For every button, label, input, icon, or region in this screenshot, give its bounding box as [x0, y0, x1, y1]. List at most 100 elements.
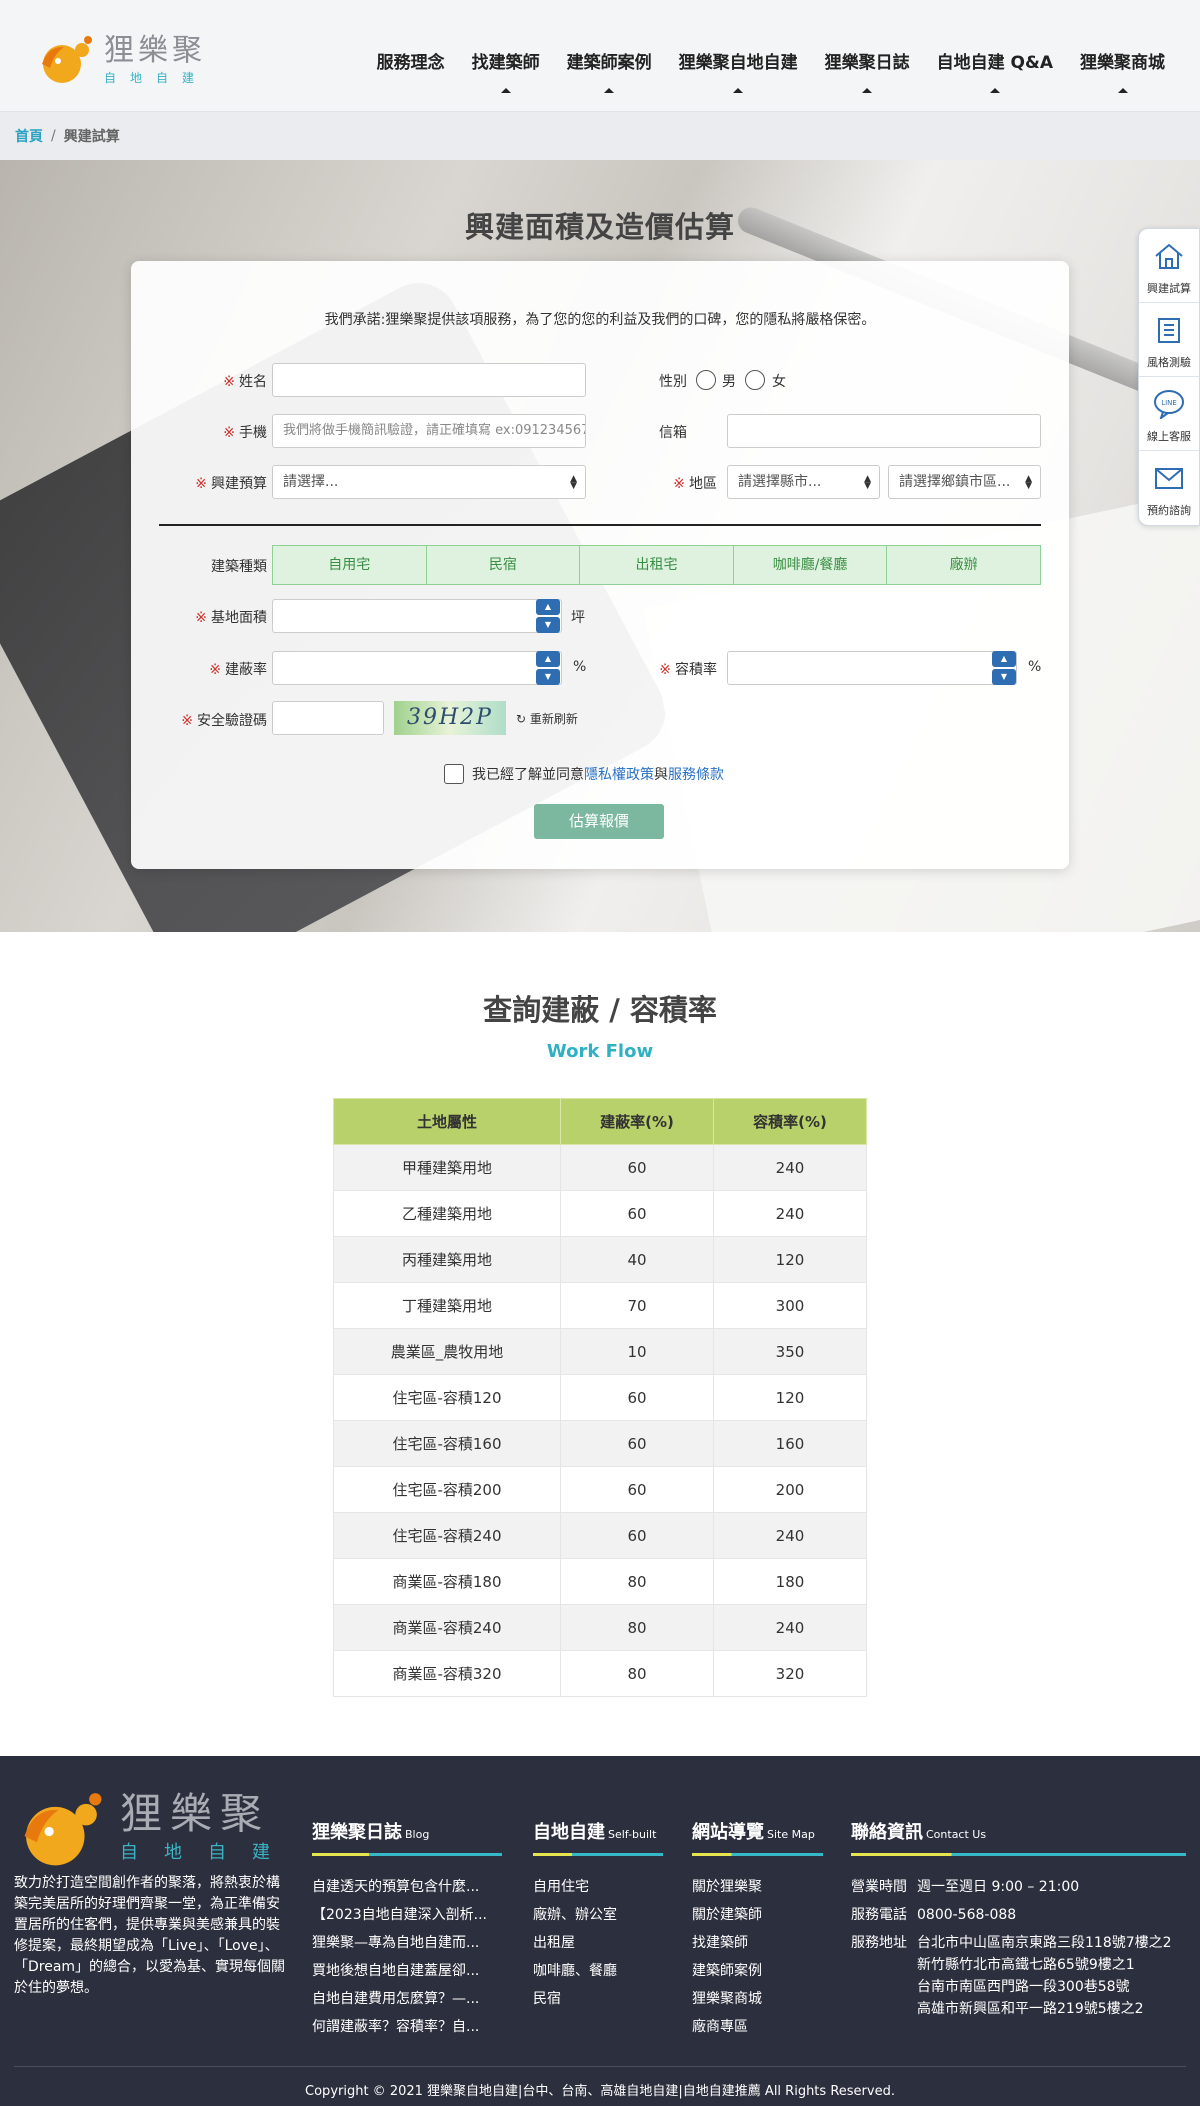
footer-brand-tagline: 自地自建 [120, 1842, 296, 1863]
coverage-ratio-stepper[interactable]: ▲ ▼ [536, 651, 560, 685]
increment-icon[interactable]: ▲ [992, 651, 1016, 667]
budget-select[interactable]: 請選擇... ▲ ▼ [272, 465, 586, 499]
nav-item-self-build[interactable]: 狸樂聚自地自建 [679, 48, 798, 93]
footer-sitemap-link[interactable]: 關於建築師 [692, 1901, 823, 1929]
phone-input[interactable]: 我們將做手機簡訊驗證，請正確填寫 ex:0912345678 [272, 414, 586, 448]
footer-selfbuilt-link[interactable]: 咖啡廳、餐廳 [533, 1957, 663, 1985]
terms-of-service-link[interactable]: 服務條款 [668, 764, 724, 784]
gender-male-radio[interactable] [696, 370, 716, 390]
email-label: 信箱 [659, 425, 687, 441]
phone-value[interactable]: 0800-568-088 [917, 1901, 1182, 1929]
envelope-icon [1155, 468, 1183, 489]
footer-selfbuilt-link[interactable]: 自用住宅 [533, 1873, 663, 1901]
increment-icon[interactable]: ▲ [536, 651, 560, 667]
table-row: 丙種建築用地 40 120 [333, 1236, 867, 1283]
nav-item-blog[interactable]: 狸樂聚日誌 [825, 48, 910, 93]
footer-sitemap-link[interactable]: 建築師案例 [692, 1957, 823, 1985]
county-select[interactable]: 請選擇縣市... ▲ ▼ [727, 465, 880, 499]
region-label: ※ 地區 [673, 476, 717, 492]
estimate-submit-button[interactable]: 估算報價 [534, 804, 664, 839]
building-type-option[interactable]: 咖啡廳/餐廳 [734, 546, 888, 584]
building-type-label: 建築種類 [211, 559, 267, 575]
address-item: 台南市南區西門路一段300巷58號 [917, 1979, 1130, 1995]
nav-item-architect-cases[interactable]: 建築師案例 [567, 48, 652, 93]
decrement-icon[interactable]: ▼ [992, 669, 1016, 685]
building-type-option[interactable]: 出租宅 [580, 546, 734, 584]
side-item-booking[interactable]: 預約諮詢 [1139, 451, 1199, 525]
decrement-icon[interactable]: ▼ [536, 669, 560, 685]
footer-blog-link[interactable]: 何謂建蔽率？容積率？自... [312, 2013, 502, 2041]
footer-sitemap-link[interactable]: 狸樂聚商城 [692, 1985, 823, 2013]
privacy-policy-link[interactable]: 隱私權政策 [584, 764, 654, 784]
township-select[interactable]: 請選擇鄉鎮市區... ▲ ▼ [888, 465, 1041, 499]
coverage-ratio-input[interactable] [272, 651, 562, 685]
phone-label: ※ 手機 [223, 425, 267, 441]
footer-selfbuilt-list: 自用住宅 廠辦、辦公室 出租屋 咖啡廳、餐廳 民宿 [533, 1873, 663, 2013]
footer-blog-link[interactable]: 買地後想自地自建蓋屋卻... [312, 1957, 502, 1985]
table-cell: 10 [560, 1328, 714, 1375]
footer-sitemap-link[interactable]: 廠商專區 [692, 2013, 823, 2041]
chevron-down-icon [1117, 88, 1128, 93]
table-cell: 商業區-容積320 [333, 1650, 561, 1697]
floor-area-ratio-input[interactable] [727, 651, 1017, 685]
nav-item-store[interactable]: 狸樂聚商城 [1080, 48, 1165, 93]
table-cell: 350 [713, 1328, 867, 1375]
footer-brand-name: 狸樂聚 [120, 1789, 271, 1838]
name-input[interactable] [272, 363, 586, 397]
decrement-icon[interactable]: ▼ [536, 617, 560, 633]
table-cell: 甲種建築用地 [333, 1144, 561, 1191]
nav-item-find-architect[interactable]: 找建築師 [472, 48, 540, 93]
building-type-option[interactable]: 廠辦 [887, 546, 1040, 584]
email-input[interactable] [727, 414, 1041, 448]
side-item-estimate[interactable]: 興建試算 [1139, 229, 1199, 303]
nav-item-philosophy[interactable]: 服務理念 [377, 48, 445, 73]
gender-female-radio[interactable] [745, 370, 765, 390]
side-item-style-quiz[interactable]: 風格測驗 [1139, 303, 1199, 377]
select-arrows-icon: ▲ ▼ [570, 474, 577, 491]
table-cell: 商業區-容積180 [333, 1558, 561, 1605]
ratio-section-title: 查詢建蔽 / 容積率 [483, 993, 717, 1027]
site-area-stepper[interactable]: ▲ ▼ [536, 599, 560, 633]
footer-description: 致力於打造空間創作者的聚落，將熱衷於構築完美居所的好理們齊聚一堂，為正準備安置居… [14, 1875, 286, 1996]
footer-column-title: 聯絡資訊 Contact Us [851, 1822, 987, 1843]
site-footer: 狸樂聚 自地自建 致力於打造空間創作者的聚落，將熱衷於構築完美居所的好理們齊聚一… [0, 1756, 1200, 2106]
table-cell: 320 [713, 1650, 867, 1697]
site-area-input[interactable] [272, 599, 562, 633]
footer-title-underline [533, 1853, 663, 1856]
nav-item-qa[interactable]: 自地自建 Q&A [937, 48, 1053, 93]
table-cell: 70 [560, 1282, 714, 1329]
page-title: 興建面積及造價估算 [464, 210, 735, 244]
footer-blog-link[interactable]: 狸樂聚—專為自地自建而... [312, 1929, 502, 1957]
floor-area-ratio-stepper[interactable]: ▲ ▼ [992, 651, 1016, 685]
footer-sitemap-link[interactable]: 找建築師 [692, 1929, 823, 1957]
footer-selfbuilt-column: 自地自建 Self-built 自用住宅 廠辦、辦公室 出租屋 咖啡廳、餐廳 民宿 [533, 1818, 663, 2013]
footer-logo[interactable]: 狸樂聚 自地自建 [18, 1790, 296, 1870]
column-header: 建蔽率(%) [560, 1098, 714, 1145]
table-cell: 40 [560, 1236, 714, 1283]
footer-selfbuilt-link[interactable]: 廠辦、辦公室 [533, 1901, 663, 1929]
gender-female-label: 女 [772, 374, 786, 390]
footer-blog-link[interactable]: 【2023自地自建深入剖析... [312, 1901, 502, 1929]
captcha-refresh-button[interactable]: ↻ 重新刷新 [516, 710, 578, 727]
table-cell: 60 [560, 1374, 714, 1421]
name-label: ※ 姓名 [223, 374, 267, 390]
footer-selfbuilt-link[interactable]: 民宿 [533, 1985, 663, 2013]
footer-blog-link[interactable]: 自建透天的預算包含什麼... [312, 1873, 502, 1901]
footer-sitemap-link[interactable]: 關於狸樂聚 [692, 1873, 823, 1901]
side-toolbar: 興建試算 風格測驗 LINE 線上客服 預約諮詢 [1138, 228, 1200, 526]
building-type-option[interactable]: 自用宅 [273, 546, 427, 584]
footer-blog-link[interactable]: 自地自建費用怎麼算？—... [312, 1985, 502, 2013]
building-icon [1158, 318, 1180, 343]
gender-male-label: 男 [722, 374, 736, 390]
footer-selfbuilt-link[interactable]: 出租屋 [533, 1929, 663, 1957]
address-item: 高雄市新興區和平一路219號5樓之2 [917, 2001, 1144, 2017]
agree-checkbox[interactable] [444, 764, 464, 784]
breadcrumb-home-link[interactable]: 首頁 [15, 126, 43, 146]
building-type-option[interactable]: 民宿 [427, 546, 581, 584]
brand-logo[interactable]: 狸樂聚 自地自建 [38, 34, 208, 86]
increment-icon[interactable]: ▲ [536, 599, 560, 615]
captcha-input[interactable] [272, 701, 384, 735]
footer-column-title: 自地自建 Self-built [533, 1822, 657, 1843]
table-cell: 住宅區-容積200 [333, 1466, 561, 1513]
side-item-live-chat[interactable]: LINE 線上客服 [1139, 377, 1199, 451]
